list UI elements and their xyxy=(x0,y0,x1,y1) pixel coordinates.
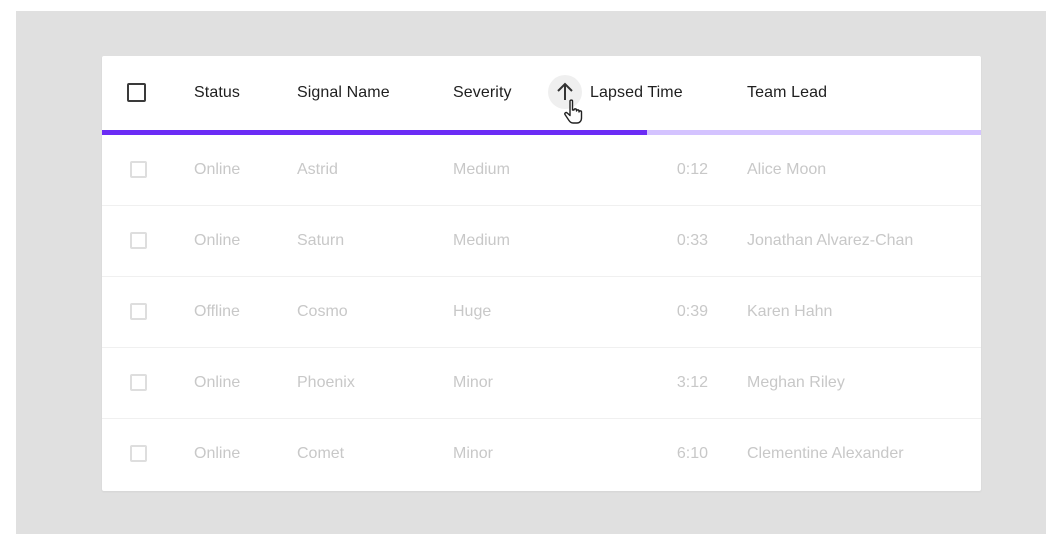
data-table-card: Status Signal Name Severity Lapsed Time … xyxy=(102,56,981,491)
cell-lapsed-time: 0:39 xyxy=(676,303,708,320)
cell-team-lead: Karen Hahn xyxy=(747,303,833,320)
column-header-label: Severity xyxy=(453,84,512,101)
cell-status: Online xyxy=(194,232,241,249)
row-checkbox[interactable] xyxy=(130,161,147,178)
cell-severity: Minor xyxy=(453,374,494,391)
cell-severity: Medium xyxy=(453,232,510,249)
cell-team-lead: Clementine Alexander xyxy=(747,445,904,462)
cell-team-lead: Meghan Riley xyxy=(747,374,845,391)
column-header-team-lead[interactable]: Team Lead xyxy=(747,56,827,130)
table-header: Status Signal Name Severity Lapsed Time … xyxy=(102,56,981,130)
cell-severity: Medium xyxy=(453,161,510,178)
cell-signal-name: Comet xyxy=(297,445,345,462)
cell-signal-name: Astrid xyxy=(297,161,338,178)
cell-status: Online xyxy=(194,161,241,178)
cell-status: Offline xyxy=(194,303,240,320)
cell-signal-name: Saturn xyxy=(297,232,345,249)
table-row[interactable]: Online Phoenix Minor 3:12 Meghan Riley xyxy=(102,348,981,419)
cell-lapsed-time: 0:12 xyxy=(676,161,708,178)
cell-lapsed-time: 0:33 xyxy=(676,232,708,249)
table-row[interactable]: Online Astrid Medium 0:12 Alice Moon xyxy=(102,135,981,206)
column-header-label: Team Lead xyxy=(747,84,828,101)
table-row[interactable]: Online Comet Minor 6:10 Clementine Alexa… xyxy=(102,419,981,490)
column-header-label: Lapsed Time xyxy=(590,84,683,101)
cell-team-lead: Jonathan Alvarez-Chan xyxy=(747,232,914,249)
column-header-status[interactable]: Status xyxy=(194,56,240,130)
column-header-signal-name[interactable]: Signal Name xyxy=(297,56,390,130)
column-header-severity[interactable]: Severity xyxy=(453,56,512,130)
select-all-checkbox[interactable] xyxy=(127,83,146,102)
row-checkbox[interactable] xyxy=(130,374,147,391)
cell-status: Online xyxy=(194,374,241,391)
column-header-label: Signal Name xyxy=(297,84,390,101)
cell-status: Online xyxy=(194,445,241,462)
hand-pointer-cursor-icon xyxy=(564,99,583,124)
cell-signal-name: Cosmo xyxy=(297,303,348,320)
row-checkbox[interactable] xyxy=(130,232,147,249)
table-row[interactable]: Online Saturn Medium 0:33 Jonathan Alvar… xyxy=(102,206,981,277)
cell-severity: Minor xyxy=(453,445,494,462)
row-checkbox[interactable] xyxy=(130,303,147,320)
table-row[interactable]: Offline Cosmo Huge 0:39 Karen Hahn xyxy=(102,277,981,348)
cell-signal-name: Phoenix xyxy=(297,374,355,391)
cell-team-lead: Alice Moon xyxy=(747,161,827,178)
column-header-lapsed-time[interactable]: Lapsed Time xyxy=(590,56,683,130)
cell-lapsed-time: 6:10 xyxy=(676,445,708,462)
row-checkbox[interactable] xyxy=(130,445,147,462)
cell-lapsed-time: 3:12 xyxy=(676,374,708,391)
column-header-label: Status xyxy=(194,84,240,101)
cell-severity: Huge xyxy=(453,303,492,320)
